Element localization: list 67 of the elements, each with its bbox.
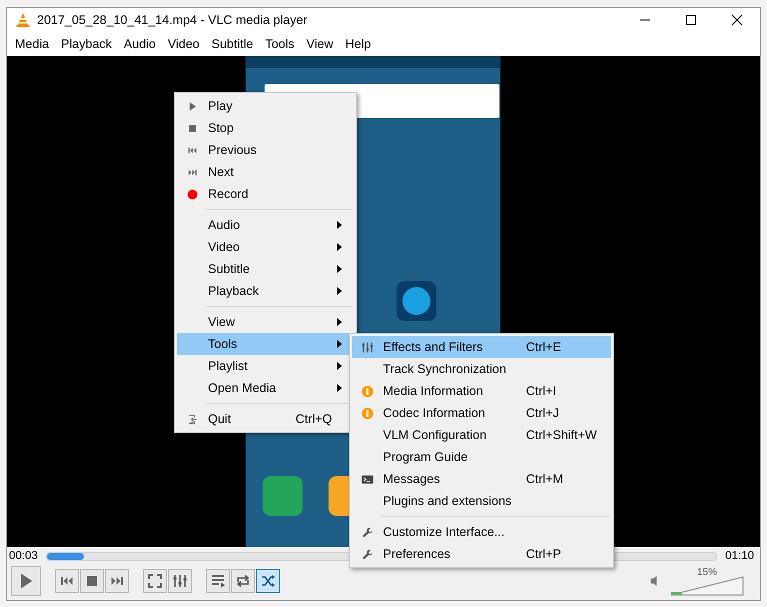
menu-item[interactable]: Help xyxy=(339,37,377,51)
menu-item[interactable]: Effects and Filters Ctrl+E xyxy=(352,336,611,358)
stop-button[interactable] xyxy=(80,569,104,593)
play-button[interactable] xyxy=(11,566,41,596)
volume-slider[interactable] xyxy=(670,576,744,596)
exit-icon xyxy=(187,414,198,424)
sliders-icon xyxy=(361,340,374,354)
menu-item[interactable]: Track Synchronization xyxy=(352,358,611,380)
menu-item[interactable]: Plugins and extensions xyxy=(352,490,611,512)
submenu-arrow-icon xyxy=(337,221,342,229)
submenu-arrow-icon xyxy=(337,340,342,348)
submenu-arrow-icon xyxy=(337,243,342,251)
volume-reading: 15% xyxy=(696,566,717,578)
playlist-icon xyxy=(210,573,226,589)
menu-item[interactable]: Customize Interface... xyxy=(352,521,611,543)
next-button[interactable] xyxy=(105,569,129,593)
menu-item[interactable]: Playback xyxy=(177,280,354,302)
menu-item[interactable]: View xyxy=(300,37,340,51)
menu-item[interactable]: Subtitle xyxy=(206,37,260,51)
menu-item[interactable]: Record xyxy=(177,183,354,205)
menu-item[interactable]: Messages Ctrl+M xyxy=(352,468,611,490)
play-icon xyxy=(187,100,198,112)
info-icon xyxy=(361,406,374,420)
stop-icon xyxy=(187,122,198,134)
submenu-arrow-icon xyxy=(337,384,342,392)
loop-icon xyxy=(235,573,251,589)
submenu-arrow-icon xyxy=(337,318,342,326)
menu-item[interactable]: Play xyxy=(177,95,354,117)
sliders-icon xyxy=(172,573,188,589)
menu-item[interactable]: Video xyxy=(162,37,206,51)
fullscreen-icon xyxy=(147,573,163,589)
loop-button[interactable] xyxy=(231,569,255,593)
shuffle-button[interactable] xyxy=(256,569,280,593)
playlist-button[interactable] xyxy=(206,569,230,593)
terminal-icon xyxy=(361,472,374,486)
window-title: 2017_05_28_10_41_14.mp4 - VLC media player xyxy=(37,13,308,27)
fullscreen-button[interactable] xyxy=(143,569,167,593)
menu-item[interactable]: Stop xyxy=(177,117,354,139)
menu-item[interactable]: Tools xyxy=(259,37,300,51)
menu-item[interactable]: VLM Configuration Ctrl+Shift+W xyxy=(352,424,611,446)
info-icon xyxy=(361,384,374,398)
stop-icon xyxy=(84,573,100,589)
menu-item[interactable]: Audio xyxy=(118,37,162,51)
menu-item[interactable]: Playback xyxy=(55,37,118,51)
traffic-cone-icon xyxy=(15,12,31,28)
menu-item[interactable]: Next xyxy=(177,161,354,183)
menu-item[interactable]: Previous xyxy=(177,139,354,161)
elapsed-time: 00:03 xyxy=(9,550,38,562)
submenu-arrow-icon xyxy=(337,362,342,370)
total-time: 01:10 xyxy=(725,550,754,562)
menu-item[interactable]: Program Guide xyxy=(352,446,611,468)
submenu-arrow-icon xyxy=(337,265,342,273)
menu-item[interactable]: Video xyxy=(177,236,354,258)
menu-item[interactable]: Codec Information Ctrl+J xyxy=(352,402,611,424)
menu-item[interactable]: Audio xyxy=(177,214,354,236)
menu-item[interactable]: Preferences Ctrl+P xyxy=(352,543,611,565)
menu-item[interactable]: Subtitle xyxy=(177,258,354,280)
wrench-icon xyxy=(361,526,374,538)
wrench-icon xyxy=(361,548,374,560)
menu-item[interactable]: Media Information Ctrl+I xyxy=(352,380,611,402)
submenu-arrow-icon xyxy=(337,287,342,295)
effects-button[interactable] xyxy=(168,569,192,593)
menu-item[interactable]: View xyxy=(177,311,354,333)
shuffle-icon xyxy=(260,573,276,589)
record-icon xyxy=(186,188,199,200)
previous-button[interactable] xyxy=(55,569,79,593)
menu-item[interactable]: Media xyxy=(9,37,56,51)
